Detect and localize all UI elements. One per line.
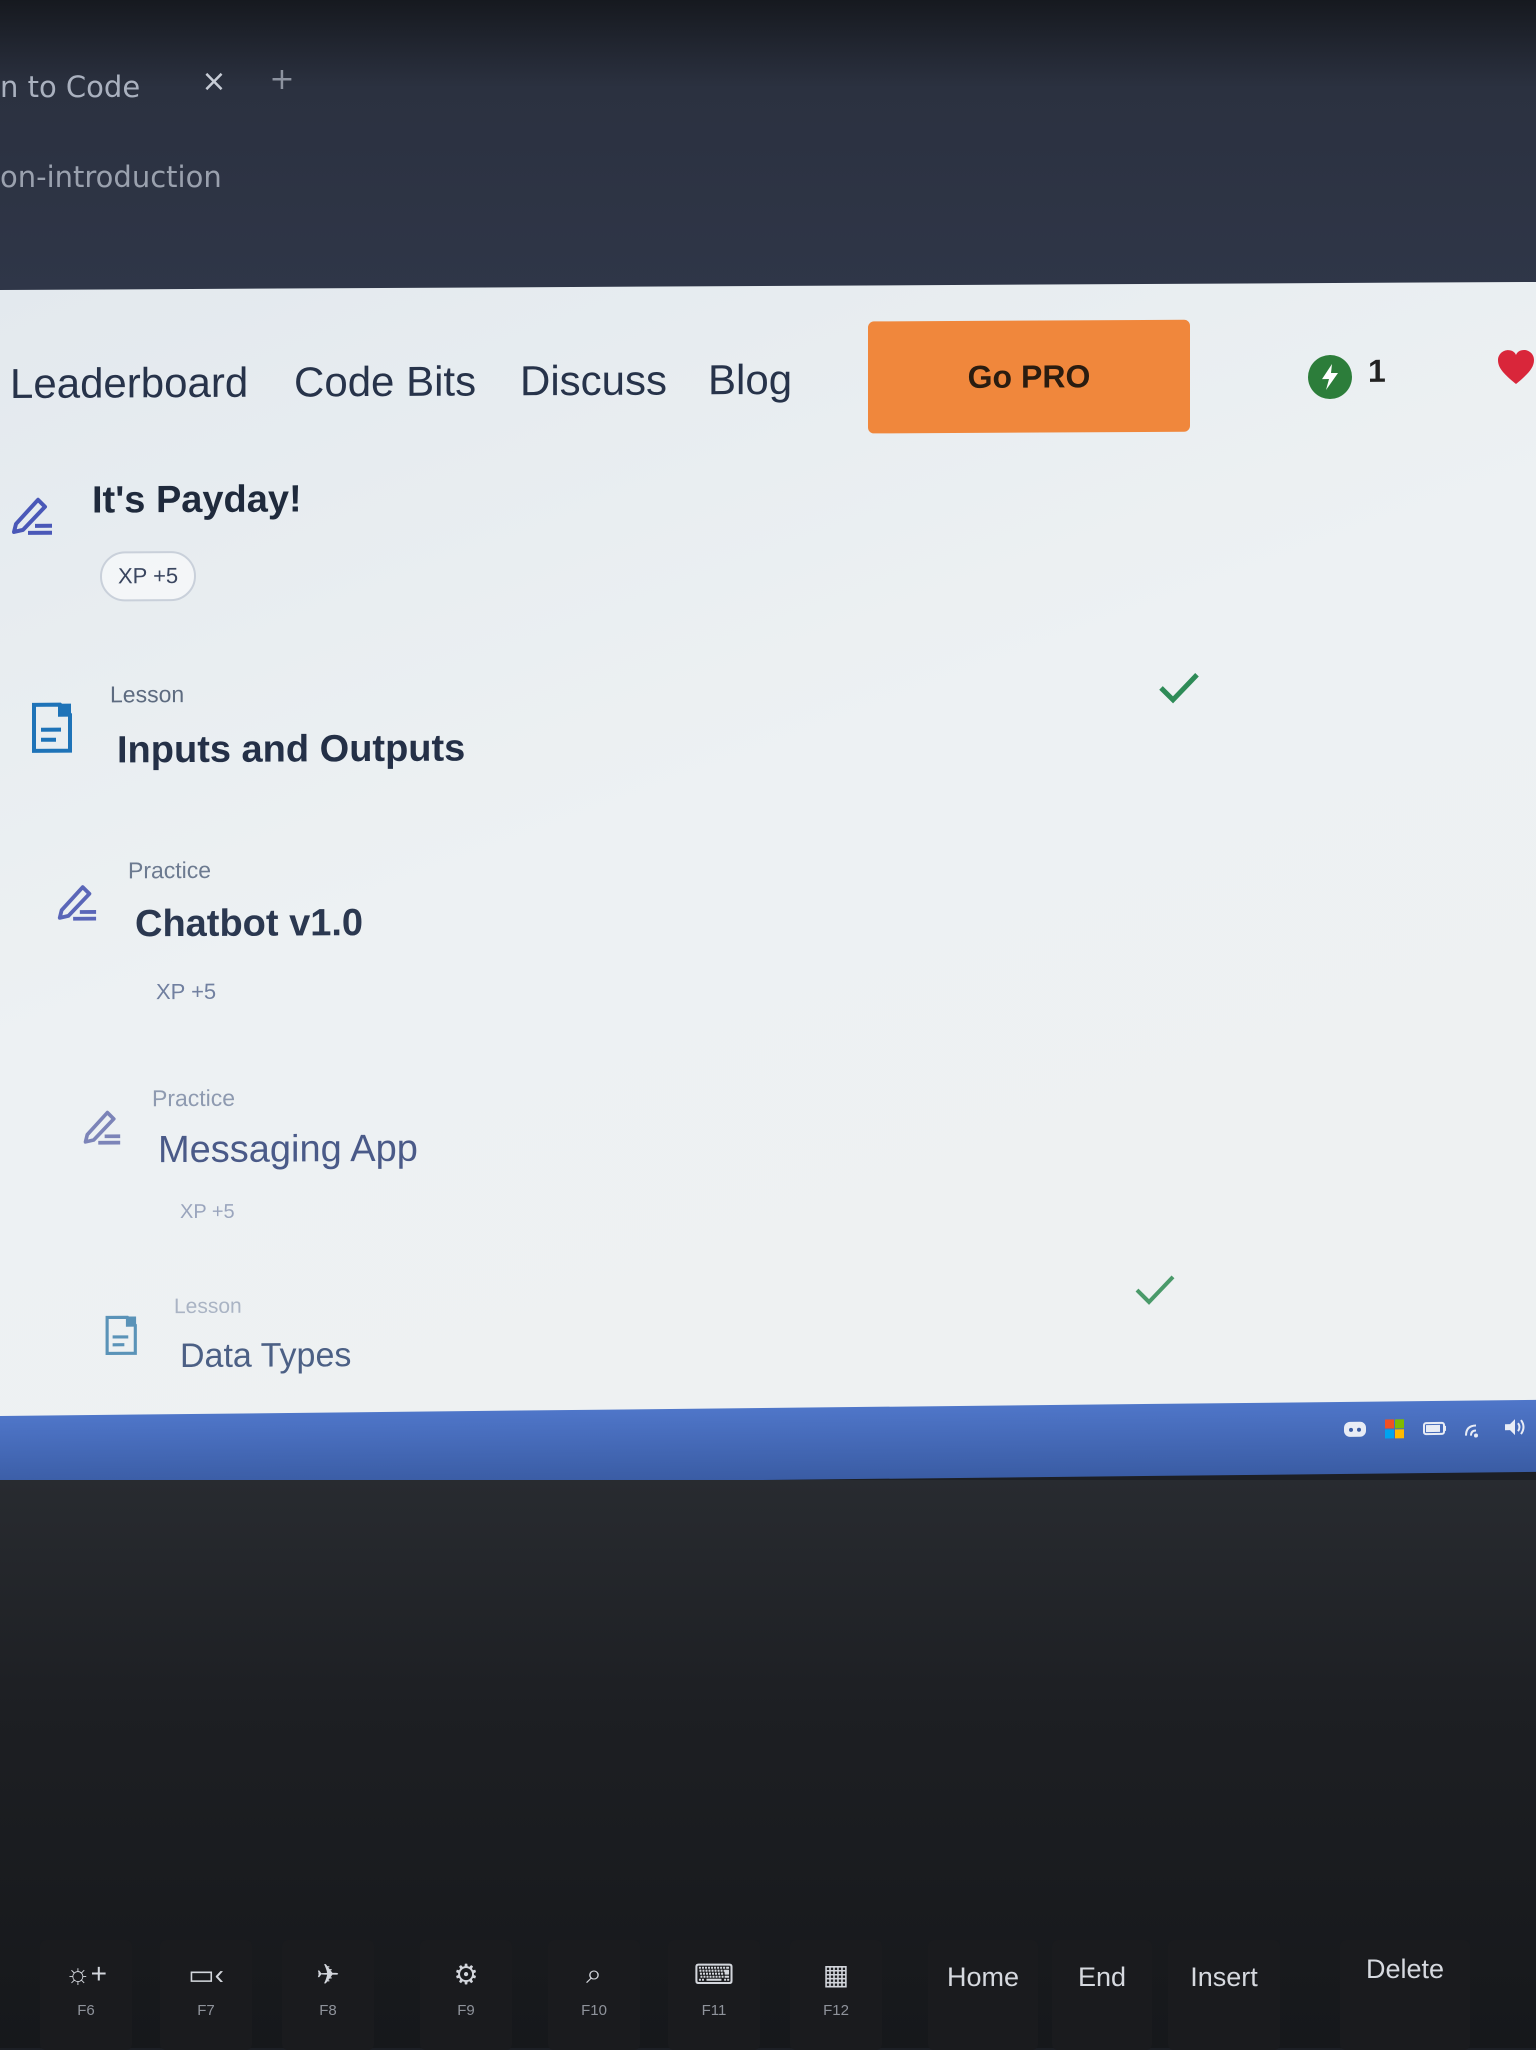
key-fn-label: F9 <box>420 2002 512 2019</box>
streak-bolt-icon[interactable] <box>1308 355 1352 399</box>
completed-check-icon <box>1134 1274 1176 1306</box>
key-fn-label: F12 <box>790 2002 882 2019</box>
nav-link-leaderboard[interactable]: Leaderboard <box>10 359 248 408</box>
lesson-document-icon <box>30 702 76 754</box>
go-pro-button[interactable]: Go PRO <box>868 320 1190 434</box>
key-f10[interactable]: ⌕ F10 <box>548 1940 640 2050</box>
key-f7[interactable]: ▭‹ F7 <box>160 1940 252 2050</box>
item-type: Lesson <box>110 681 184 708</box>
key-label: Delete <box>1340 1954 1470 1985</box>
airplane-mode-icon: ✈ <box>282 1958 374 1991</box>
color-app-icon[interactable] <box>1382 1417 1408 1439</box>
xp-badge: XP +5 <box>180 1201 235 1224</box>
settings-gear-icon: ⚙ <box>420 1958 512 1991</box>
top-nav: Leaderboard Code Bits Discuss Blog Go PR… <box>0 282 1536 450</box>
practice-edit-icon <box>80 1103 122 1145</box>
display-switch-icon: ▭‹ <box>160 1958 252 1991</box>
key-delete[interactable]: Delete <box>1340 1940 1470 2050</box>
key-label: Home <box>928 1962 1038 1993</box>
key-f9[interactable]: ⚙ F9 <box>420 1940 512 2050</box>
url-text[interactable]: on-introduction <box>0 160 222 194</box>
key-fn-label: F8 <box>282 2002 374 2019</box>
key-fn-label: F6 <box>40 2002 132 2019</box>
apps-grid-icon: ▦ <box>790 1958 882 1991</box>
wifi-icon[interactable] <box>1462 1416 1488 1438</box>
key-fn-label: F11 <box>668 2002 760 2019</box>
item-type: Lesson <box>174 1295 242 1319</box>
item-type: Practice <box>152 1085 235 1112</box>
key-f11[interactable]: ⌨ F11 <box>668 1940 760 2050</box>
discord-icon[interactable] <box>1342 1418 1368 1440</box>
item-title[interactable]: Data Types <box>180 1336 351 1376</box>
practice-edit-icon <box>54 877 98 921</box>
key-fn-label: F7 <box>160 2002 252 2019</box>
keyboard-icon: ⌨ <box>668 1958 760 1991</box>
nav-link-code-bits[interactable]: Code Bits <box>294 358 476 407</box>
search-icon: ⌕ <box>548 1958 640 1991</box>
xp-badge: XP +5 <box>100 551 196 602</box>
key-label: End <box>1052 1962 1152 1993</box>
xp-badge: XP +5 <box>156 979 216 1005</box>
key-label: Insert <box>1168 1962 1280 1993</box>
nav-link-blog[interactable]: Blog <box>708 356 792 404</box>
tab-close-icon[interactable]: × <box>200 64 228 104</box>
key-end[interactable]: End <box>1052 1940 1152 2050</box>
page-viewport: Leaderboard Code Bits Discuss Blog Go PR… <box>0 282 1536 1420</box>
key-home[interactable]: Home <box>928 1940 1038 2050</box>
lesson-document-icon <box>104 1313 140 1357</box>
heart-icon[interactable] <box>1496 348 1536 388</box>
completed-check-icon <box>1158 672 1200 704</box>
brightness-up-icon: ☼+ <box>40 1958 132 1990</box>
system-tray <box>1342 1410 1528 1446</box>
item-title[interactable]: It's Payday! <box>92 478 302 522</box>
item-title[interactable]: Chatbot v1.0 <box>135 902 363 946</box>
nav-link-discuss[interactable]: Discuss <box>520 357 667 406</box>
key-fn-label: F10 <box>548 2002 640 2019</box>
practice-edit-icon <box>8 490 54 536</box>
battery-icon[interactable] <box>1422 1417 1448 1439</box>
keyboard-function-row: ☼+ F6 ▭‹ F7 ✈ F8 ⚙ F9 ⌕ F10 ⌨ F11 ▦ F12 … <box>0 1910 1536 2048</box>
new-tab-icon[interactable]: + <box>268 62 296 102</box>
streak-count: 1 <box>1368 353 1386 390</box>
os-taskbar <box>0 1400 1536 1488</box>
item-type: Practice <box>128 857 211 884</box>
item-title[interactable]: Inputs and Outputs <box>117 728 465 773</box>
browser-chrome: n to Code × + on-introduction <box>0 0 1536 292</box>
browser-tab[interactable]: n to Code × + <box>0 50 300 126</box>
key-f8[interactable]: ✈ F8 <box>282 1940 374 2050</box>
key-f6[interactable]: ☼+ F6 <box>40 1940 132 2050</box>
key-insert[interactable]: Insert <box>1168 1940 1280 2050</box>
tab-title: n to Code <box>0 70 140 104</box>
key-f12[interactable]: ▦ F12 <box>790 1940 882 2050</box>
item-title[interactable]: Messaging App <box>158 1128 418 1172</box>
address-bar[interactable]: on-introduction <box>0 148 1536 212</box>
volume-icon[interactable] <box>1502 1416 1528 1438</box>
